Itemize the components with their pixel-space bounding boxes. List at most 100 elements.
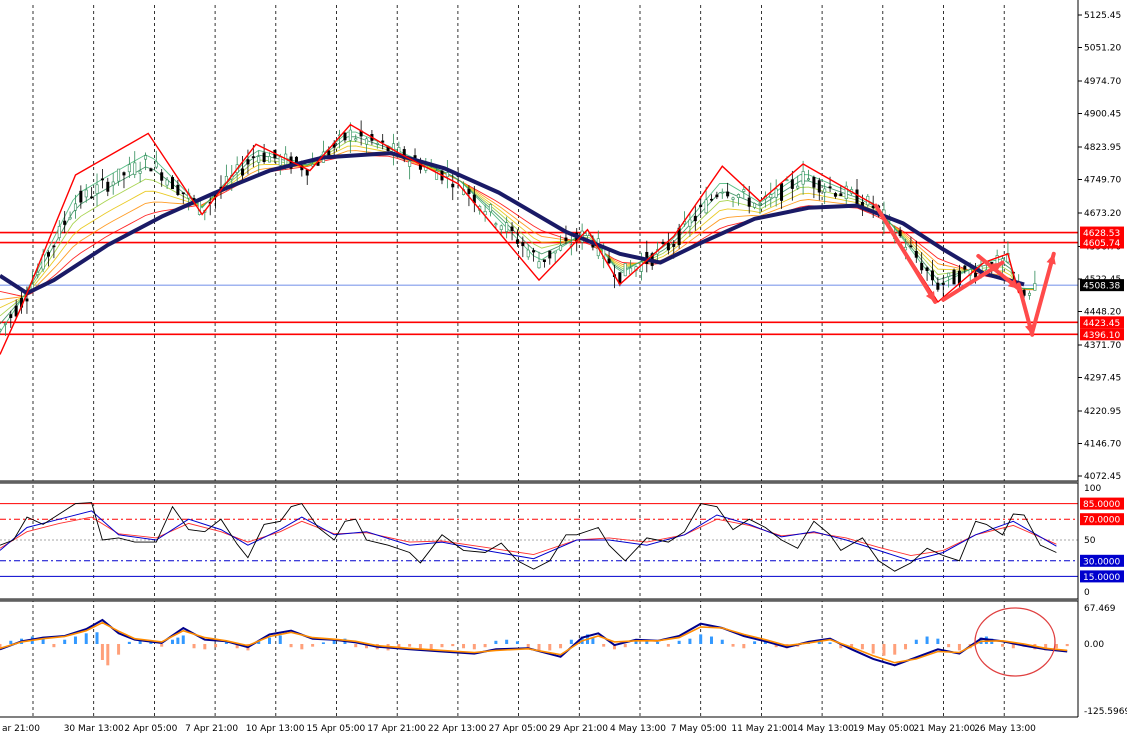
time-axis-label: 14 May 13:00: [792, 724, 854, 734]
candle-body: [100, 178, 104, 181]
candle-body: [688, 219, 692, 227]
candle-body: [790, 179, 794, 189]
price-level-label: 4605.74: [1083, 239, 1120, 249]
macd-histogram-bar: [548, 643, 552, 651]
candle-body: [758, 203, 762, 205]
candle-body: [909, 245, 913, 248]
candle-body: [305, 169, 309, 176]
macd-histogram-bar: [656, 641, 660, 644]
candle-body: [90, 196, 94, 199]
price-axis-label: 4371.70: [1084, 341, 1121, 351]
stoch-level-label: 15.0000: [1083, 573, 1120, 583]
candle-body: [936, 282, 940, 290]
candle-body: [930, 270, 934, 281]
macd-histogram-bar: [666, 643, 670, 647]
candle-body: [532, 250, 536, 253]
price-axis-label: 4072.45: [1084, 472, 1121, 482]
macd-axis-label: 0.00: [1084, 640, 1104, 650]
candle-body: [704, 199, 708, 214]
candle-body: [753, 203, 757, 208]
macd-histogram-bar: [73, 636, 77, 644]
macd-histogram-bar: [569, 639, 573, 644]
candle-body: [736, 194, 740, 198]
price-axis-label: 4220.95: [1084, 407, 1121, 417]
candle-body: [666, 243, 670, 251]
candle-body: [57, 226, 61, 238]
candle-body: [117, 168, 121, 182]
macd-histogram-bar: [893, 643, 897, 655]
candle-body: [920, 262, 924, 271]
candle-body: [138, 170, 142, 174]
macd-histogram-bar: [957, 643, 961, 651]
candle-body: [731, 197, 735, 200]
candle-body: [548, 250, 552, 259]
candle-body: [537, 261, 541, 269]
candle-body: [494, 223, 498, 226]
candle-body: [52, 245, 56, 248]
candle-body: [327, 150, 331, 156]
candle-body: [823, 188, 827, 193]
candle-body: [720, 191, 724, 194]
macd-histogram-bar: [106, 643, 110, 666]
candle-body: [898, 230, 902, 237]
macd-histogram-bar: [677, 640, 681, 644]
macd-axis-label: 67.469: [1084, 604, 1116, 614]
candle-body: [467, 188, 471, 194]
candle-body: [742, 189, 746, 192]
candle-body: [715, 194, 719, 198]
price-level-label: 4423.45: [1083, 319, 1120, 329]
candle-body: [278, 156, 282, 166]
macd-histogram-bar: [160, 643, 164, 647]
chart-canvas[interactable]: ar 21:00 30 Mar 13:00 2 Apr 05:00 7 Apr 21:…: [0, 0, 1127, 734]
macd-histogram-bar: [914, 639, 918, 644]
candle-body: [510, 226, 514, 231]
candle-body: [365, 138, 369, 145]
candle-body: [661, 242, 665, 244]
price-axis-label: 4749.70: [1084, 176, 1121, 186]
macd-histogram-bar: [1065, 643, 1069, 647]
macd-histogram-bar: [871, 643, 875, 654]
macd-histogram-bar: [860, 643, 864, 650]
candle-body: [343, 132, 347, 141]
candle-body: [839, 193, 843, 197]
candle-body: [133, 162, 137, 175]
macd-histogram-bar: [947, 643, 951, 648]
candle-body: [607, 258, 611, 264]
time-axis-label: 27 Apr 05:00: [489, 724, 548, 734]
candle-body: [25, 298, 29, 302]
candle-body: [521, 242, 525, 247]
macd-histogram-bar: [720, 639, 724, 644]
time-axis-label: 7 Apr 21:00: [185, 724, 238, 734]
macd-histogram-bar: [289, 643, 293, 648]
candle-body: [553, 250, 557, 254]
chart-window: ar 21:00 30 Mar 13:00 2 Apr 05:00 7 Apr 21:…: [0, 0, 1127, 734]
time-axis-label: 19 May 05:00: [853, 724, 915, 734]
candle-body: [952, 269, 956, 285]
macd-histogram-bar: [52, 643, 56, 648]
macd-histogram-bar: [170, 639, 174, 644]
stoch-level-label: 70.0000: [1083, 516, 1120, 526]
price-level-label: 4396.10: [1083, 331, 1120, 341]
time-axis-label: 15 Apr 05:00: [307, 724, 366, 734]
candle-body: [165, 179, 169, 186]
macd-histogram-bar: [117, 643, 121, 655]
candle-body: [914, 250, 918, 258]
price-axis-label: 5051.20: [1084, 44, 1121, 54]
macd-histogram-bar: [176, 637, 180, 644]
candle-body: [941, 282, 945, 285]
candle-body: [709, 198, 713, 201]
macd-histogram-bar: [278, 635, 282, 644]
macd-histogram-bar: [192, 643, 196, 649]
price-axis-label: 4900.45: [1084, 110, 1121, 120]
price-axis-label: 4673.20: [1084, 209, 1121, 219]
candle-body: [526, 249, 530, 258]
time-axis-label: 26 May 13:00: [974, 724, 1036, 734]
current-price-label: 4508.38: [1083, 282, 1120, 292]
macd-histogram-bar: [321, 642, 325, 644]
candle-body: [176, 184, 180, 195]
candle-body: [95, 184, 99, 194]
candle-body: [144, 155, 148, 160]
candle-body: [559, 245, 563, 251]
price-axis-label: 4823.95: [1084, 143, 1121, 153]
candle-body: [623, 263, 627, 277]
